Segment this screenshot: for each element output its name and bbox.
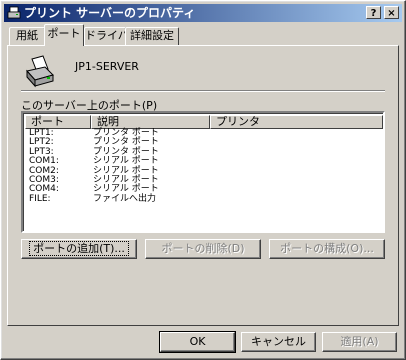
print-server-properties-dialog: プリント サーバーのプロパティ ? × 用紙 ポート ドライバ 詳細設定 JP1… xyxy=(0,0,406,360)
tab-drivers[interactable]: ドライバ xyxy=(84,27,129,45)
printer-app-icon xyxy=(7,6,21,19)
cancel-button[interactable]: キャンセル xyxy=(241,332,316,352)
tab-ports[interactable]: ポート xyxy=(44,24,84,46)
tab-paper[interactable]: 用紙 xyxy=(9,27,45,45)
help-button[interactable]: ? xyxy=(366,6,381,19)
close-button[interactable]: × xyxy=(384,6,399,19)
window-title: プリント サーバーのプロパティ xyxy=(24,6,196,20)
title-bar: プリント サーバーのプロパティ ? × xyxy=(4,4,402,22)
tab-panel xyxy=(7,45,399,326)
apply-button[interactable]: 適用(A) xyxy=(322,332,397,352)
ok-button[interactable]: OK xyxy=(159,331,236,353)
tab-advanced[interactable]: 詳細設定 xyxy=(125,27,179,45)
